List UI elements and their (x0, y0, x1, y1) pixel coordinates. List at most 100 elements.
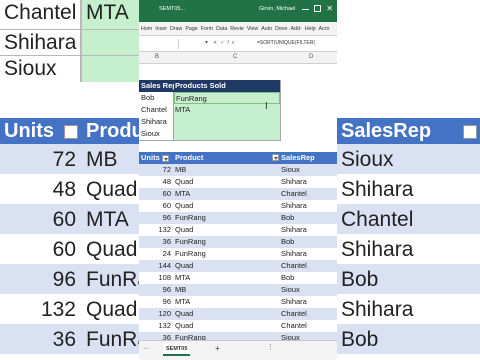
tab-developer[interactable]: Deve (275, 26, 287, 32)
table-row[interactable]: 144 Quad Chantel (139, 260, 337, 272)
products-cell[interactable] (174, 128, 280, 140)
products-sold-header[interactable]: Products Sold (174, 80, 280, 92)
rep-cell[interactable]: Chantel (141, 104, 173, 116)
rep-cell[interactable]: Sioux (141, 128, 173, 140)
tab-home[interactable]: Hom (141, 26, 152, 32)
table-row[interactable]: 108 MTA Bob (139, 272, 337, 284)
units-cell[interactable]: 36 (141, 236, 171, 248)
tab-acrobat[interactable]: Acro (319, 26, 330, 32)
salesrep-cell[interactable]: Sioux (281, 164, 300, 176)
table-row[interactable]: 120 Quad Chantel (139, 308, 337, 320)
product-cell[interactable]: MB (175, 164, 186, 176)
salesrep-cell[interactable]: Chantel (281, 320, 307, 332)
product-cell[interactable]: FunRang (175, 212, 206, 224)
tab-formulas[interactable]: Form (201, 26, 213, 32)
salesrep-cell[interactable]: Shihara (281, 176, 307, 188)
units-cell[interactable]: 96 (141, 296, 171, 308)
salesrep-cell[interactable]: Bob (281, 236, 294, 248)
product-cell[interactable]: Quad (175, 308, 193, 320)
salesrep-cell[interactable]: Shihara (281, 224, 307, 236)
units-cell[interactable]: 96 (141, 212, 171, 224)
salesrep-cell[interactable]: Bob (281, 272, 294, 284)
salesrep-cell[interactable]: Chantel (281, 308, 307, 320)
sales-rep-header[interactable]: Sales Rep (139, 80, 174, 92)
table-row[interactable]: 36 FunRang Bob (139, 236, 337, 248)
product-cell[interactable]: MTA (175, 188, 190, 200)
units-cell[interactable]: 48 (141, 176, 171, 188)
salesrep-cell[interactable]: Shihara (281, 296, 307, 308)
add-sheet-icon[interactable]: + (215, 344, 220, 353)
units-cell[interactable]: 60 (141, 188, 171, 200)
formula-text[interactable]: =SORT(UNIQUE(FILTER( (257, 40, 315, 46)
product-cell[interactable]: Quad (175, 176, 193, 188)
user-name[interactable]: Girvin, Michael (259, 6, 295, 12)
units-cell[interactable]: 120 (141, 308, 171, 320)
filter-dropdown-icon[interactable] (272, 154, 279, 161)
salesrep-cell[interactable]: Chantel (281, 188, 307, 200)
bg-product-row-3: MTA (86, 208, 129, 231)
product-cell[interactable]: Quad (175, 260, 193, 272)
column-b-header[interactable]: B (155, 54, 159, 60)
units-cell[interactable]: 72 (141, 164, 171, 176)
units-cell[interactable]: 132 (141, 224, 171, 236)
column-c-header[interactable]: C (233, 54, 237, 60)
table-row[interactable]: 48 Quad Shihara (139, 176, 337, 188)
bg-rep-3: Chantel (341, 208, 414, 231)
units-cell[interactable]: 96 (141, 284, 171, 296)
product-cell[interactable]: Quad (175, 224, 193, 236)
minimize-icon[interactable] (302, 9, 310, 10)
tab-automate[interactable]: Auto (261, 26, 272, 32)
sheet-tab[interactable]: SEMT05 (163, 344, 191, 356)
salesrep-cell[interactable]: Sioux (281, 284, 300, 296)
units-cell[interactable]: 144 (141, 260, 171, 272)
table-row[interactable]: 132 Quad Chantel (139, 320, 337, 332)
product-cell[interactable]: MTA (175, 272, 190, 284)
table-row[interactable]: 132 Quad Shihara (139, 224, 337, 236)
tab-view[interactable]: View (247, 26, 258, 32)
maximize-icon[interactable] (314, 5, 322, 12)
product-cell[interactable]: MTA (175, 296, 190, 308)
units-header[interactable]: Units (141, 152, 169, 164)
units-cell[interactable]: 24 (141, 248, 171, 260)
scroll-handle-icon[interactable]: ⋮ (267, 343, 274, 351)
units-cell[interactable]: 60 (141, 200, 171, 212)
tab-review[interactable]: Revie (230, 26, 244, 32)
table-row[interactable]: 96 MB Sioux (139, 284, 337, 296)
table-row[interactable]: 24 FunRang Shihara (139, 248, 337, 260)
chevron-down-icon[interactable]: ▾ (205, 39, 208, 46)
filter-dropdown-icon[interactable] (161, 154, 169, 162)
salesrep-cell[interactable]: Bob (281, 212, 294, 224)
tab-addins[interactable]: Add- (291, 26, 302, 32)
salesrep-cell[interactable]: Shihara (281, 248, 307, 260)
more-sheets-icon[interactable]: … (143, 344, 150, 351)
product-cell[interactable]: FunRang (175, 248, 206, 260)
product-cell[interactable]: MB (175, 284, 186, 296)
tab-data[interactable]: Data (216, 26, 227, 32)
salesrep-cell[interactable]: Chantel (281, 260, 307, 272)
table-row[interactable]: 60 MTA Chantel (139, 188, 337, 200)
units-cell[interactable]: 108 (141, 272, 171, 284)
formula-icons[interactable]: ✕✓fx (213, 40, 237, 46)
units-cell[interactable]: 132 (141, 320, 171, 332)
salesrep-cell[interactable]: Shihara (281, 200, 307, 212)
table-row[interactable]: 96 FunRang Bob (139, 212, 337, 224)
tab-insert[interactable]: Inser (155, 26, 167, 32)
product-cell[interactable]: Quad (175, 320, 193, 332)
table-row[interactable]: 60 Quad Shihara (139, 200, 337, 212)
tab-help[interactable]: Help (305, 26, 316, 32)
tab-page[interactable]: Page (185, 26, 197, 32)
product-cell[interactable]: FunRang (175, 236, 206, 248)
file-name[interactable]: SEMT05... (159, 6, 185, 12)
product-cell[interactable]: Quad (175, 200, 193, 212)
close-icon[interactable]: ✕ (326, 5, 333, 13)
table-row[interactable]: 72 MB Sioux (139, 164, 337, 176)
name-box[interactable] (141, 39, 179, 49)
rep-cell[interactable]: Bob (141, 92, 173, 104)
table-row[interactable]: 96 MTA Shihara (139, 296, 337, 308)
column-d-header[interactable]: D (309, 54, 313, 60)
tab-draw[interactable]: Draw (170, 26, 182, 32)
products-cell[interactable] (174, 116, 280, 128)
salesrep-header[interactable]: SalesRep (281, 152, 315, 164)
rep-cell[interactable]: Shihara (141, 116, 173, 128)
product-header[interactable]: Product (175, 152, 203, 164)
